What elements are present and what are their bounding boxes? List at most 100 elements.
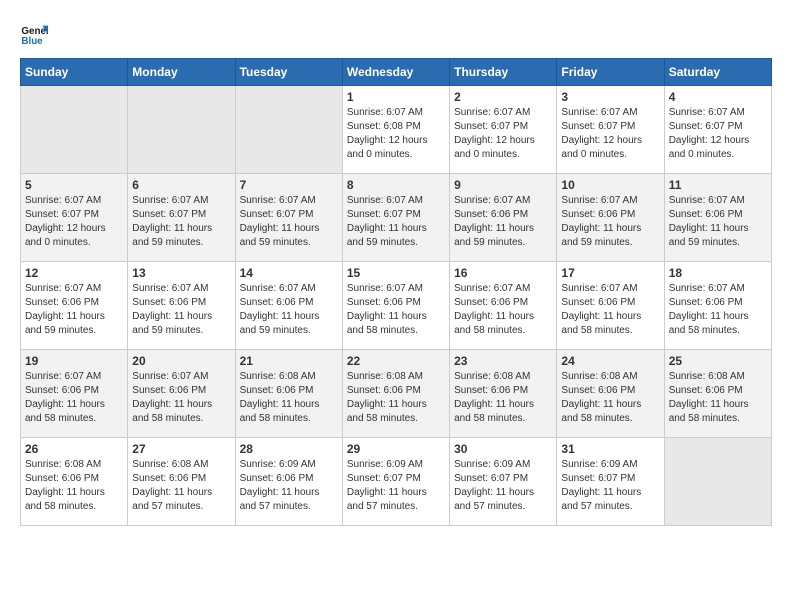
- day-number: 4: [669, 90, 767, 104]
- calendar-week-row: 1 Sunrise: 6:07 AM Sunset: 6:08 PM Daylig…: [21, 86, 772, 174]
- day-number: 2: [454, 90, 552, 104]
- calendar-cell: 19 Sunrise: 6:07 AM Sunset: 6:06 PM Dayli…: [21, 350, 128, 438]
- cell-info: Sunrise: 6:09 AM Sunset: 6:07 PM Dayligh…: [561, 458, 659, 514]
- day-number: 27: [132, 442, 230, 456]
- calendar-cell: 7Sunrise: 6:07 AM Sunset: 6:07 PM Daylig…: [235, 174, 342, 262]
- cell-info: Sunrise: 6:07 AM Sunset: 6:07 PM Dayligh…: [132, 194, 230, 250]
- cell-info: Sunrise: 6:08 AM Sunset: 6:06 PM Dayligh…: [240, 370, 338, 426]
- calendar-cell: 5 Sunrise: 6:07 AM Sunset: 6:07 PM Daylig…: [21, 174, 128, 262]
- calendar-cell: 28 Sunrise: 6:09 AM Sunset: 6:06 PM Dayli…: [235, 438, 342, 526]
- day-number: 21: [240, 354, 338, 368]
- cell-info: Sunrise: 6:07 AM Sunset: 6:06 PM Dayligh…: [132, 282, 230, 338]
- cell-info: Sunrise: 6:07 AM Sunset: 6:06 PM Dayligh…: [454, 194, 552, 250]
- calendar-table: SundayMondayTuesdayWednesdayThursdayFrid…: [20, 58, 772, 526]
- cell-info: Sunrise: 6:07 AM Sunset: 6:07 PM Dayligh…: [669, 106, 767, 162]
- calendar-cell: [128, 86, 235, 174]
- calendar-cell: 11 Sunrise: 6:07 AM Sunset: 6:06 PM Dayli…: [664, 174, 771, 262]
- cell-info: Sunrise: 6:07 AM Sunset: 6:06 PM Dayligh…: [561, 282, 659, 338]
- day-number: 9: [454, 178, 552, 192]
- day-number: 17: [561, 266, 659, 280]
- cell-info: Sunrise: 6:07 AM Sunset: 6:08 PM Dayligh…: [347, 106, 445, 162]
- cell-info: Sunrise: 6:07 AM Sunset: 6:07 PM Dayligh…: [240, 194, 338, 250]
- cell-info: Sunrise: 6:07 AM Sunset: 6:06 PM Dayligh…: [347, 282, 445, 338]
- calendar-cell: 16Sunrise: 6:07 AM Sunset: 6:06 PM Dayli…: [450, 262, 557, 350]
- calendar-cell: 6 Sunrise: 6:07 AM Sunset: 6:07 PM Daylig…: [128, 174, 235, 262]
- svg-text:Blue: Blue: [21, 36, 43, 47]
- calendar-week-row: 12 Sunrise: 6:07 AM Sunset: 6:06 PM Dayli…: [21, 262, 772, 350]
- cell-info: Sunrise: 6:08 AM Sunset: 6:06 PM Dayligh…: [347, 370, 445, 426]
- calendar-cell: 29 Sunrise: 6:09 AM Sunset: 6:07 PM Dayli…: [342, 438, 449, 526]
- calendar-cell: 27 Sunrise: 6:08 AM Sunset: 6:06 PM Dayli…: [128, 438, 235, 526]
- day-number: 18: [669, 266, 767, 280]
- cell-info: Sunrise: 6:08 AM Sunset: 6:06 PM Dayligh…: [454, 370, 552, 426]
- cell-info: Sunrise: 6:08 AM Sunset: 6:06 PM Dayligh…: [561, 370, 659, 426]
- cell-info: Sunrise: 6:07 AM Sunset: 6:06 PM Dayligh…: [669, 282, 767, 338]
- calendar-cell: 31Sunrise: 6:09 AM Sunset: 6:07 PM Dayli…: [557, 438, 664, 526]
- day-header-sunday: Sunday: [21, 59, 128, 86]
- calendar-cell: 26 Sunrise: 6:08 AM Sunset: 6:06 PM Dayli…: [21, 438, 128, 526]
- calendar-cell: 9 Sunrise: 6:07 AM Sunset: 6:06 PM Daylig…: [450, 174, 557, 262]
- calendar-cell: 22 Sunrise: 6:08 AM Sunset: 6:06 PM Dayli…: [342, 350, 449, 438]
- calendar-cell: 23 Sunrise: 6:08 AM Sunset: 6:06 PM Dayli…: [450, 350, 557, 438]
- calendar-cell: 10 Sunrise: 6:07 AM Sunset: 6:06 PM Dayli…: [557, 174, 664, 262]
- calendar-cell: 24 Sunrise: 6:08 AM Sunset: 6:06 PM Dayli…: [557, 350, 664, 438]
- day-header-tuesday: Tuesday: [235, 59, 342, 86]
- day-number: 19: [25, 354, 123, 368]
- cell-info: Sunrise: 6:08 AM Sunset: 6:06 PM Dayligh…: [669, 370, 767, 426]
- calendar-cell: 18 Sunrise: 6:07 AM Sunset: 6:06 PM Dayli…: [664, 262, 771, 350]
- calendar-cell: [21, 86, 128, 174]
- calendar-header-row: SundayMondayTuesdayWednesdayThursdayFrid…: [21, 59, 772, 86]
- cell-info: Sunrise: 6:07 AM Sunset: 6:06 PM Dayligh…: [454, 282, 552, 338]
- day-number: 3: [561, 90, 659, 104]
- calendar-cell: [235, 86, 342, 174]
- cell-info: Sunrise: 6:07 AM Sunset: 6:06 PM Dayligh…: [240, 282, 338, 338]
- calendar-cell: 25Sunrise: 6:08 AM Sunset: 6:06 PM Dayli…: [664, 350, 771, 438]
- calendar-week-row: 5 Sunrise: 6:07 AM Sunset: 6:07 PM Daylig…: [21, 174, 772, 262]
- logo: General Blue: [20, 20, 52, 48]
- calendar-week-row: 26 Sunrise: 6:08 AM Sunset: 6:06 PM Dayli…: [21, 438, 772, 526]
- logo-icon: General Blue: [20, 20, 48, 48]
- cell-info: Sunrise: 6:08 AM Sunset: 6:06 PM Dayligh…: [25, 458, 123, 514]
- cell-info: Sunrise: 6:07 AM Sunset: 6:06 PM Dayligh…: [561, 194, 659, 250]
- day-header-saturday: Saturday: [664, 59, 771, 86]
- day-number: 5: [25, 178, 123, 192]
- day-number: 11: [669, 178, 767, 192]
- day-number: 1: [347, 90, 445, 104]
- cell-info: Sunrise: 6:09 AM Sunset: 6:06 PM Dayligh…: [240, 458, 338, 514]
- day-number: 6: [132, 178, 230, 192]
- day-number: 15: [347, 266, 445, 280]
- cell-info: Sunrise: 6:08 AM Sunset: 6:06 PM Dayligh…: [132, 458, 230, 514]
- cell-info: Sunrise: 6:07 AM Sunset: 6:06 PM Dayligh…: [669, 194, 767, 250]
- day-number: 26: [25, 442, 123, 456]
- header: General Blue: [20, 20, 772, 48]
- calendar-week-row: 19 Sunrise: 6:07 AM Sunset: 6:06 PM Dayli…: [21, 350, 772, 438]
- day-number: 30: [454, 442, 552, 456]
- cell-info: Sunrise: 6:09 AM Sunset: 6:07 PM Dayligh…: [347, 458, 445, 514]
- day-number: 20: [132, 354, 230, 368]
- day-number: 22: [347, 354, 445, 368]
- cell-info: Sunrise: 6:09 AM Sunset: 6:07 PM Dayligh…: [454, 458, 552, 514]
- day-number: 10: [561, 178, 659, 192]
- day-number: 13: [132, 266, 230, 280]
- day-number: 23: [454, 354, 552, 368]
- calendar-cell: 2 Sunrise: 6:07 AM Sunset: 6:07 PM Daylig…: [450, 86, 557, 174]
- day-number: 12: [25, 266, 123, 280]
- day-number: 29: [347, 442, 445, 456]
- calendar-cell: 1 Sunrise: 6:07 AM Sunset: 6:08 PM Daylig…: [342, 86, 449, 174]
- day-header-thursday: Thursday: [450, 59, 557, 86]
- calendar-cell: 15 Sunrise: 6:07 AM Sunset: 6:06 PM Dayli…: [342, 262, 449, 350]
- day-number: 24: [561, 354, 659, 368]
- calendar-cell: 13 Sunrise: 6:07 AM Sunset: 6:06 PM Dayli…: [128, 262, 235, 350]
- calendar-cell: 4 Sunrise: 6:07 AM Sunset: 6:07 PM Daylig…: [664, 86, 771, 174]
- day-number: 14: [240, 266, 338, 280]
- day-number: 8: [347, 178, 445, 192]
- cell-info: Sunrise: 6:07 AM Sunset: 6:06 PM Dayligh…: [25, 370, 123, 426]
- cell-info: Sunrise: 6:07 AM Sunset: 6:07 PM Dayligh…: [454, 106, 552, 162]
- cell-info: Sunrise: 6:07 AM Sunset: 6:07 PM Dayligh…: [25, 194, 123, 250]
- calendar-cell: 12Sunrise: 6:07 AM Sunset: 6:06 PM Dayli…: [21, 262, 128, 350]
- calendar-cell: 21 Sunrise: 6:08 AM Sunset: 6:06 PM Dayli…: [235, 350, 342, 438]
- calendar-cell: 30 Sunrise: 6:09 AM Sunset: 6:07 PM Dayli…: [450, 438, 557, 526]
- day-header-friday: Friday: [557, 59, 664, 86]
- day-number: 28: [240, 442, 338, 456]
- calendar-cell: [664, 438, 771, 526]
